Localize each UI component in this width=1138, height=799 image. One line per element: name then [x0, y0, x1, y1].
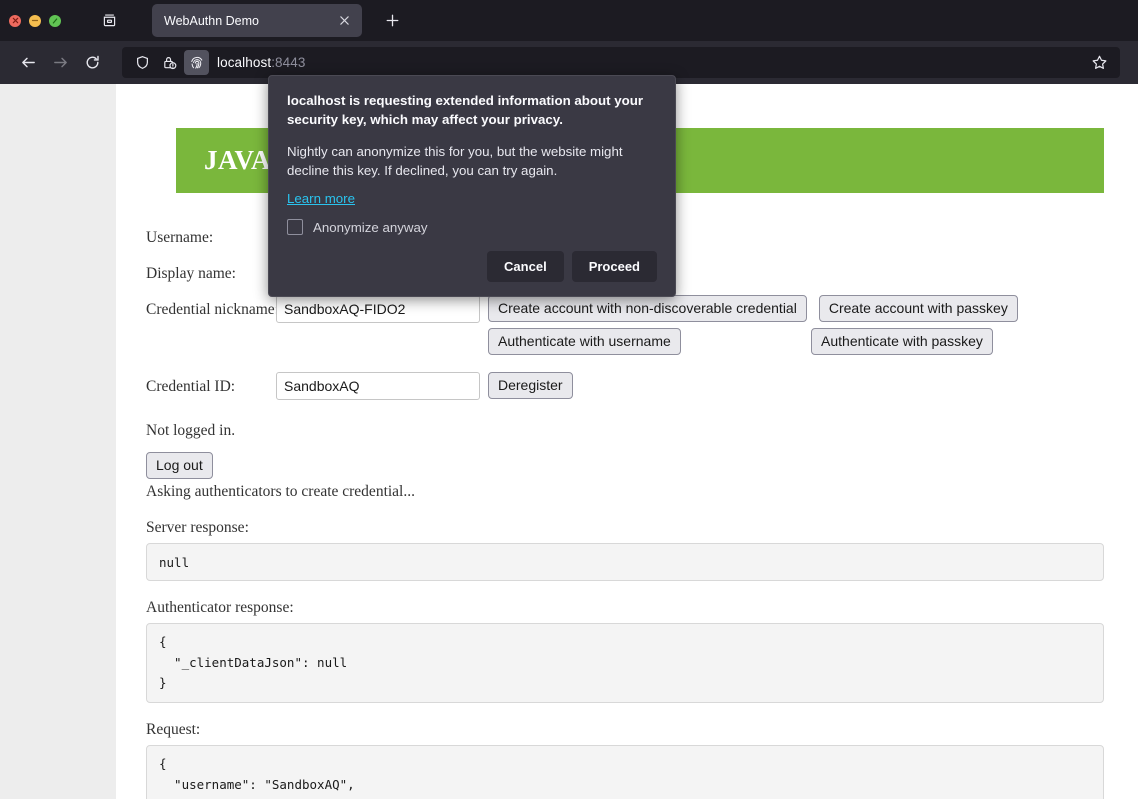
fingerprint-icon[interactable]: [184, 50, 209, 75]
action-buttons-row-authenticate: Authenticate with username Create accoun…: [488, 328, 1018, 356]
window-controls: [0, 14, 61, 27]
tab-title: WebAuthn Demo: [164, 13, 259, 28]
username-label: Username:: [146, 229, 214, 246]
request-label: Request:: [146, 721, 201, 739]
proceed-button[interactable]: Proceed: [571, 251, 657, 283]
credential-id-label: Credential ID:: [146, 378, 236, 396]
display-name-label: Display name:: [146, 265, 236, 282]
request-output: { "username": "SandboxAQ", "credentialNi…: [146, 745, 1104, 799]
new-tab-button[interactable]: [380, 9, 404, 33]
dialog-body: Nightly can anonymize this for you, but …: [287, 143, 623, 179]
deregister-button[interactable]: Deregister: [488, 372, 573, 400]
credential-nickname-input[interactable]: [276, 295, 480, 323]
form-row-credential-nickname: Credential nickname: Create account with…: [146, 295, 1138, 356]
browser-chrome: WebAuthn Demo localhost:8443: [0, 0, 1138, 84]
url-port: :8443: [271, 55, 306, 70]
server-response-label: Server response:: [146, 519, 249, 537]
authenticate-username-button[interactable]: Authenticate with username: [488, 328, 681, 356]
url-host: localhost: [217, 55, 272, 70]
browser-window: WebAuthn Demo localhost:8443 Username: D…: [0, 0, 1138, 799]
lock-warning-icon[interactable]: [157, 50, 182, 75]
credential-nickname-label: Credential nickname:: [146, 301, 279, 318]
form-row-credential-id: Credential ID: Deregister: [146, 372, 1138, 401]
shield-icon[interactable]: [130, 50, 155, 75]
action-buttons-column-deregister: Deregister: [488, 372, 573, 400]
learn-more-link[interactable]: Learn more: [287, 191, 355, 206]
authenticate-passkey-button[interactable]: Authenticate with passkey: [811, 328, 993, 356]
tab-strip: WebAuthn Demo: [0, 0, 1138, 41]
authenticator-response-label: Authenticator response:: [146, 599, 294, 617]
dialog-heading: localhost is requesting extended informa…: [287, 93, 644, 127]
minimize-window-button[interactable]: [29, 14, 41, 27]
close-icon[interactable]: [334, 11, 354, 31]
container-tabs-icon[interactable]: [97, 9, 121, 33]
action-buttons-column-left: Create account with non-discoverable cre…: [488, 295, 1018, 356]
anonymize-checkbox-label: Anonymize anyway: [313, 219, 428, 235]
url-text: localhost:8443: [217, 55, 305, 70]
maximize-window-button[interactable]: [49, 14, 61, 27]
create-account-non-discoverable-button[interactable]: Create account with non-discoverable cre…: [488, 295, 807, 323]
address-bar[interactable]: localhost:8443: [122, 47, 1120, 78]
log-out-button[interactable]: Log out: [146, 452, 213, 480]
activity-status: Asking authenticators to create credenti…: [146, 483, 415, 501]
login-status: Not logged in.: [146, 422, 236, 440]
authenticator-response-output: { "_clientDataJson": null }: [146, 623, 1104, 704]
dialog-actions: Cancel Proceed: [287, 251, 657, 283]
back-arrow-icon[interactable]: [12, 47, 44, 79]
anonymize-checkbox-row[interactable]: Anonymize anyway: [287, 219, 657, 236]
server-response-output: null: [146, 543, 1104, 582]
forward-arrow-icon[interactable]: [44, 47, 76, 79]
close-window-button[interactable]: [9, 14, 21, 27]
bookmark-star-icon[interactable]: [1084, 48, 1114, 78]
webauthn-privacy-dialog: localhost is requesting extended informa…: [268, 75, 676, 298]
credential-id-input[interactable]: [276, 372, 480, 401]
logout-wrapper: Log out: [146, 452, 1138, 480]
cancel-button[interactable]: Cancel: [487, 251, 564, 283]
action-buttons-row-create: Create account with non-discoverable cre…: [488, 295, 1018, 323]
anonymize-checkbox[interactable]: [287, 219, 303, 236]
create-account-passkey-button[interactable]: Create account with passkey: [818, 295, 1018, 323]
tab-webauthn-demo[interactable]: WebAuthn Demo: [152, 4, 362, 37]
reload-icon[interactable]: [76, 47, 108, 79]
